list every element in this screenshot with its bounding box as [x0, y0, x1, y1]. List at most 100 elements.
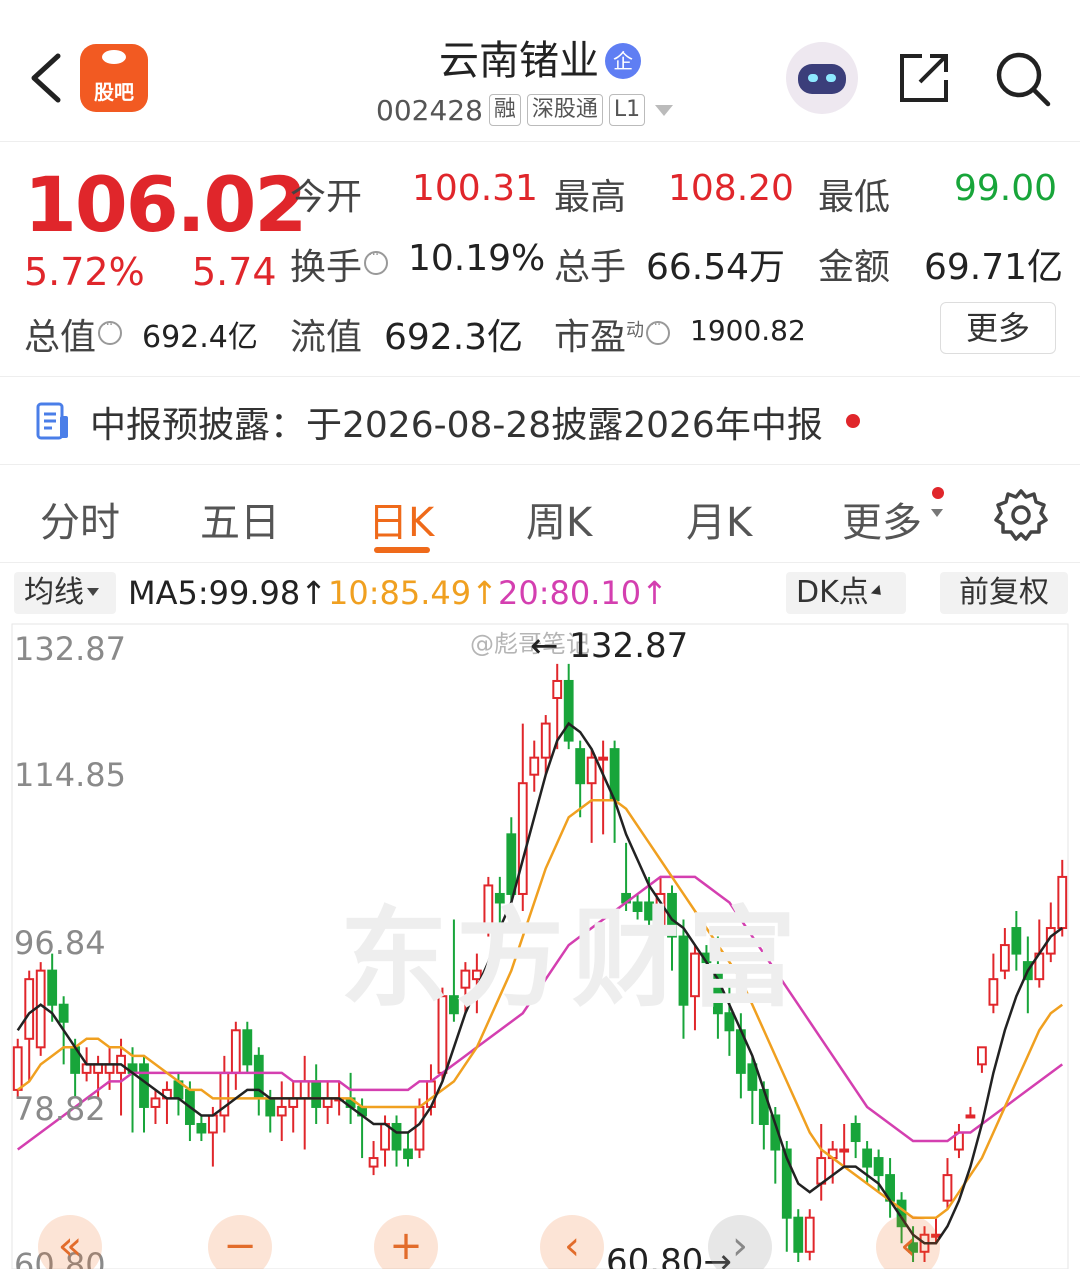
enterprise-badge: 企	[605, 43, 641, 79]
more-quote-button[interactable]: 更多	[940, 302, 1056, 354]
candle-body	[575, 748, 586, 785]
adjust-button[interactable]: 前复权	[940, 572, 1068, 614]
dk-point-button[interactable]: DK点	[786, 572, 906, 614]
candle-body	[58, 1003, 69, 1023]
candle-body	[1057, 875, 1068, 930]
candle-body	[368, 1157, 379, 1168]
dropdown-caret-icon	[931, 509, 943, 517]
ma5-value: MA5:99.98↑	[128, 574, 328, 612]
y-tick-label: 96.84	[14, 924, 106, 962]
candle-body	[311, 1080, 322, 1108]
search-icon[interactable]	[994, 50, 1052, 108]
candle-body	[598, 756, 609, 761]
info-icon[interactable]	[646, 317, 671, 345]
gear-icon[interactable]	[994, 488, 1048, 542]
amount-label: 金额	[818, 247, 891, 288]
robot-eye	[808, 74, 818, 82]
change-percent: 5.72%	[24, 250, 145, 294]
tab-daily-k[interactable]: 日K	[368, 490, 434, 548]
turnover-label: 换手	[290, 238, 389, 290]
candle-body	[196, 1122, 207, 1134]
candle-body	[391, 1122, 402, 1151]
mktcap-label: 总值	[24, 308, 123, 360]
candle-body	[265, 1097, 276, 1117]
candle-body	[93, 1063, 103, 1074]
candle-body	[403, 1148, 413, 1160]
tab-five-day[interactable]: 五日	[200, 490, 280, 548]
candle-body	[12, 1046, 23, 1091]
share-icon[interactable]	[896, 50, 952, 106]
candle-body	[793, 1216, 804, 1253]
amount-value: 69.71亿	[924, 247, 1064, 288]
candle-body	[276, 1105, 287, 1117]
info-icon[interactable]	[364, 247, 389, 275]
candle-body	[322, 1097, 333, 1108]
margin-tag: 融	[488, 94, 521, 126]
notice-text[interactable]: 中报预披露：于2026-08-28披露2026年中报	[90, 396, 823, 448]
volume-label: 总手	[554, 247, 627, 288]
candle-body	[242, 1029, 253, 1066]
candle-body	[850, 1122, 861, 1143]
candle-body	[942, 1174, 953, 1202]
candle-body	[1011, 927, 1022, 955]
candle-body	[586, 756, 597, 785]
high-value: 108.20	[668, 168, 794, 209]
float-label: 流值	[290, 317, 363, 358]
level-tag: L1	[608, 94, 646, 126]
low-label: 最低	[818, 177, 891, 218]
robot-eye	[826, 74, 836, 82]
change-amount: 5.74	[192, 250, 277, 294]
mktcap-value: 692.4亿	[142, 320, 258, 355]
volume-value: 66.54万	[646, 247, 786, 288]
header: 股吧 云南锗业企 002428 融 深股通 L1	[0, 0, 1080, 142]
high-label: 最高	[554, 177, 627, 218]
ma10-value: 10:85.49↑	[328, 574, 498, 612]
info-icon[interactable]	[98, 317, 123, 345]
candle-body	[873, 1157, 884, 1177]
stock-subtitle[interactable]: 002428 融 深股通 L1	[376, 90, 674, 130]
candle-body	[47, 969, 58, 1006]
candle-body	[747, 1063, 758, 1091]
candle-body	[999, 944, 1010, 972]
stock-code: 002428	[376, 93, 483, 127]
stock-name: 云南锗业	[439, 38, 599, 84]
unread-dot	[846, 414, 860, 428]
divider	[0, 464, 1080, 465]
y-tick-label: 114.85	[14, 756, 126, 794]
ma-selector[interactable]: 均线	[14, 572, 116, 614]
candle-body	[965, 1114, 976, 1119]
ai-assistant-button[interactable]	[786, 42, 858, 114]
tab-intraday[interactable]: 分时	[40, 490, 120, 548]
candle-body	[540, 722, 551, 759]
tab-more[interactable]: 更多	[842, 490, 922, 548]
low-value: 99.00	[954, 168, 1058, 209]
candle-body	[299, 1080, 310, 1100]
candle-body	[139, 1063, 149, 1108]
report-icon	[36, 402, 68, 440]
y-tick-label: 132.87	[14, 630, 126, 668]
candle-body	[35, 969, 46, 1049]
kline-chart[interactable]: 东方财富 @彪哥笔记 132.87 114.85 96.84 78.82 60.…	[0, 622, 1080, 1269]
divider	[0, 562, 1080, 563]
connect-tag: 深股通	[526, 94, 603, 126]
float-value: 692.3亿	[384, 317, 524, 358]
tab-weekly-k[interactable]: 周K	[526, 490, 592, 548]
robot-icon	[798, 64, 846, 94]
candle-body	[816, 1157, 827, 1185]
new-dot	[932, 487, 944, 499]
corner-caret-icon	[870, 584, 885, 600]
turnover-value: 10.19%	[408, 238, 546, 279]
tab-monthly-k[interactable]: 月K	[686, 490, 752, 548]
candle-body	[207, 1114, 218, 1134]
divider	[0, 376, 1080, 377]
candle-body	[529, 756, 540, 776]
candle-body	[288, 1097, 299, 1108]
candle-body	[380, 1122, 390, 1151]
open-label: 今开	[290, 177, 363, 218]
watermark: 东方财富	[340, 897, 805, 1022]
y-tick-label: 78.82	[14, 1090, 106, 1128]
candle-body	[24, 978, 35, 1040]
high-marker: ← 132.87	[530, 626, 689, 666]
current-price: 106.02	[24, 160, 307, 249]
candle-body	[977, 1046, 987, 1066]
